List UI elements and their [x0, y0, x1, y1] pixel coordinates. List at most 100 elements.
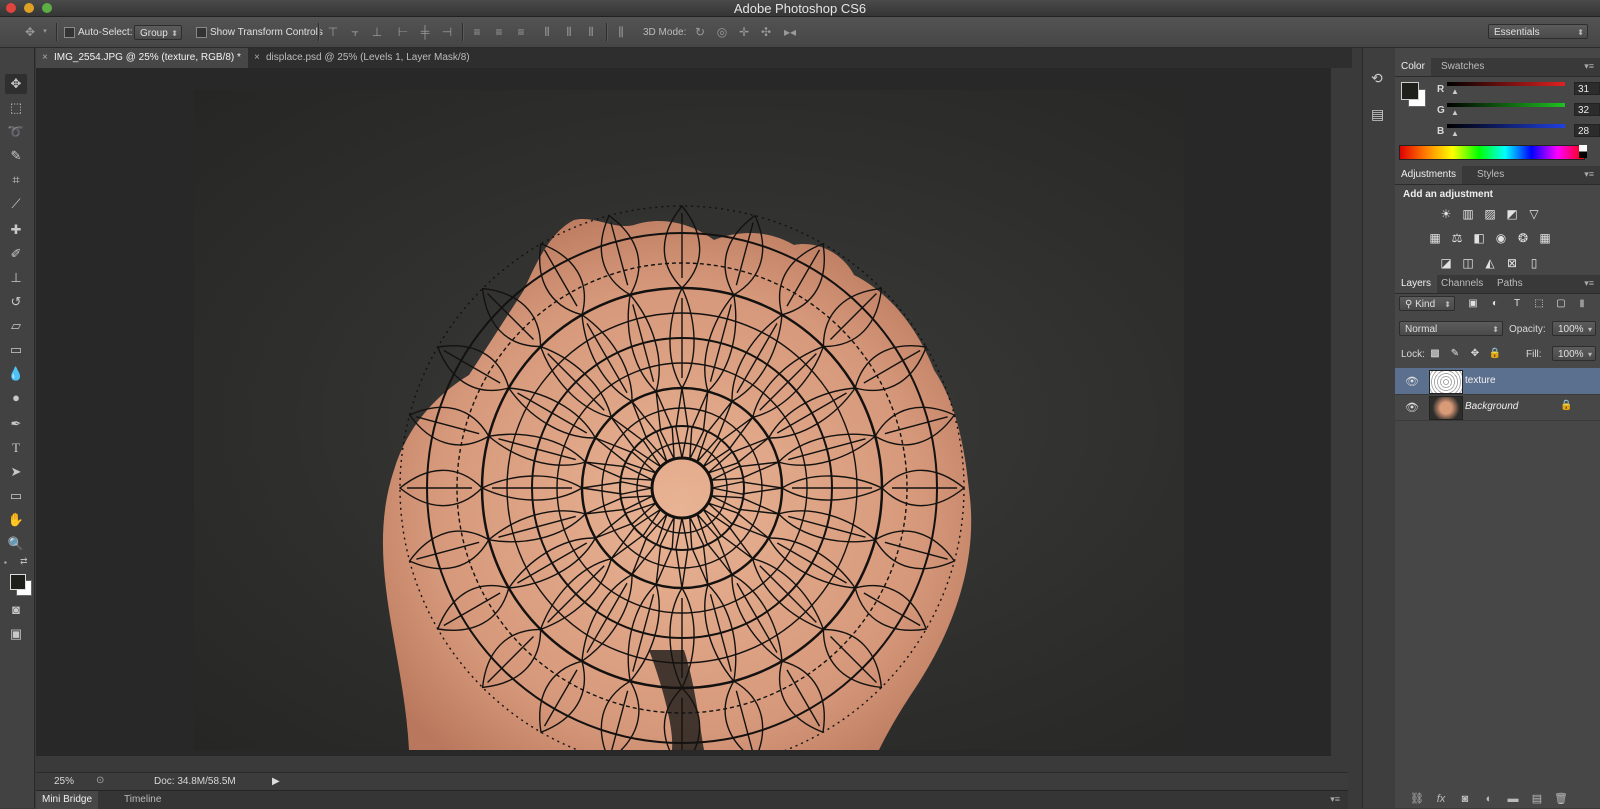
document-image[interactable] — [194, 90, 1184, 750]
align-top-icon[interactable]: ⊤ — [326, 24, 340, 40]
adjustment-layer-filter-icon[interactable]: ◐ — [1487, 297, 1503, 311]
distribute-right-icon[interactable]: ⫴ — [584, 24, 598, 40]
color-spectrum-ramp[interactable] — [1399, 145, 1585, 160]
photo-filter-icon[interactable]: ◉ — [1493, 231, 1509, 245]
3d-drag-icon[interactable]: ✛ — [737, 24, 751, 40]
black-white-ramp[interactable] — [1579, 145, 1587, 158]
pixel-layer-filter-icon[interactable]: ▣ — [1465, 297, 1481, 311]
tab-mini-bridge[interactable]: Mini Bridge — [36, 791, 99, 809]
zoom-level[interactable]: 25% — [54, 776, 74, 787]
levels-icon[interactable]: ▥ — [1460, 207, 1476, 221]
move-tool-icon[interactable]: ✥ — [5, 74, 27, 94]
lasso-tool-icon[interactable]: ➰ — [5, 122, 27, 142]
link-layers-icon[interactable]: ⛓ — [1410, 793, 1424, 805]
foreground-color-swatch[interactable] — [1401, 82, 1419, 100]
blend-mode-dropdown[interactable]: Normal ⬍ — [1399, 321, 1503, 336]
black-white-icon[interactable]: ◧ — [1471, 231, 1487, 245]
channel-r-value[interactable]: 31 — [1574, 82, 1600, 95]
distribute-vcenter-icon[interactable]: ≡ — [492, 24, 506, 40]
hand-tool-icon[interactable]: ✋ — [5, 510, 27, 530]
smart-object-filter-icon[interactable]: ▢ — [1553, 297, 1569, 311]
layer-filter-kind[interactable]: ⚲ Kind ⬍ — [1399, 296, 1455, 311]
channel-r-slider[interactable] — [1447, 82, 1565, 86]
blur-tool-icon[interactable]: 💧 — [5, 364, 27, 384]
hue-saturation-icon[interactable]: ▦ — [1427, 231, 1443, 245]
layer-name[interactable]: Background — [1465, 401, 1518, 412]
brightness-contrast-icon[interactable]: ☀ — [1438, 207, 1454, 221]
tab-timeline[interactable]: Timeline — [118, 791, 167, 809]
lock-all-icon[interactable]: 🔒 — [1487, 347, 1503, 361]
zoom-tool-icon[interactable]: 🔍 — [5, 534, 27, 554]
type-layer-filter-icon[interactable]: T — [1509, 297, 1525, 311]
quick-mask-icon[interactable]: ◙ — [5, 600, 27, 620]
selective-color-icon[interactable]: ⊠ — [1504, 256, 1520, 270]
show-transform-controls-checkbox[interactable] — [196, 27, 207, 38]
panel-menu-icon[interactable]: ▾≡ — [1584, 61, 1594, 72]
channel-g-value[interactable]: 32 — [1574, 103, 1600, 116]
gradient-tool-icon[interactable]: ▭ — [5, 340, 27, 360]
visibility-eye-icon[interactable]: 👁 — [1405, 401, 1419, 414]
healing-brush-tool-icon[interactable]: ✚ — [5, 220, 27, 240]
status-info-icon[interactable]: ⊙ — [96, 775, 104, 786]
tab-paths[interactable]: Paths — [1491, 275, 1529, 293]
eyedropper-tool-icon[interactable]: ⟋ — [5, 194, 27, 214]
foreground-color-swatch[interactable] — [10, 574, 26, 590]
marquee-tool-icon[interactable]: ⬚ — [5, 98, 27, 118]
gradient-map-icon[interactable]: ▯ — [1526, 256, 1542, 270]
type-tool-icon[interactable]: T — [5, 438, 27, 458]
layer-row-texture[interactable]: 👁 texture — [1395, 368, 1600, 395]
opacity-field[interactable]: 100% ▾ — [1552, 321, 1596, 336]
close-tab-icon[interactable]: × — [42, 48, 48, 68]
channel-mixer-icon[interactable]: ❂ — [1515, 231, 1531, 245]
tab-adjustments[interactable]: Adjustments — [1395, 166, 1463, 184]
brush-tool-icon[interactable]: ✐ — [5, 244, 27, 264]
layer-name[interactable]: texture — [1465, 375, 1496, 386]
swap-colors-icon[interactable]: ⇄ — [20, 556, 28, 567]
align-vertical-center-icon[interactable]: ⫟ — [348, 24, 362, 40]
threshold-icon[interactable]: ◭ — [1482, 256, 1498, 270]
crop-tool-icon[interactable]: ⌗ — [5, 170, 27, 190]
fill-field[interactable]: 100% ▾ — [1552, 346, 1596, 361]
shape-layer-filter-icon[interactable]: ⬚ — [1531, 297, 1547, 311]
default-colors-icon[interactable]: ▪ — [4, 558, 7, 567]
channel-b-slider[interactable] — [1447, 124, 1565, 128]
align-bottom-icon[interactable]: ⊥ — [370, 24, 384, 40]
distribute-left-icon[interactable]: ⫴ — [540, 24, 554, 40]
new-group-icon[interactable]: ▬ — [1506, 793, 1520, 805]
delete-layer-icon[interactable]: 🗑 — [1554, 793, 1568, 805]
3d-roll-icon[interactable]: ◎ — [715, 24, 729, 40]
panel-menu-icon[interactable]: ▾≡ — [1584, 169, 1594, 180]
vibrance-icon[interactable]: ▽ — [1526, 207, 1542, 221]
distribute-bottom-icon[interactable]: ≡ — [514, 24, 528, 40]
clone-stamp-tool-icon[interactable]: ⊥ — [5, 268, 27, 288]
layer-row-background[interactable]: 👁 Background 🔒 — [1395, 394, 1600, 421]
document-tab[interactable]: × IMG_2554.JPG @ 25% (texture, RGB/8) * — [36, 48, 248, 68]
3d-rotate-icon[interactable]: ↻ — [693, 24, 707, 40]
filter-toggle-icon[interactable]: ▮ — [1574, 297, 1590, 311]
invert-icon[interactable]: ◪ — [1438, 256, 1454, 270]
align-left-icon[interactable]: ⊢ — [396, 24, 410, 40]
new-layer-icon[interactable]: ▤ — [1530, 793, 1544, 805]
distribute-hcenter-icon[interactable]: ⫴ — [562, 24, 576, 40]
add-mask-icon[interactable]: ◙ — [1458, 793, 1472, 805]
close-tab-icon[interactable]: × — [254, 48, 260, 68]
3d-slide-icon[interactable]: ✣ — [759, 24, 773, 40]
tab-layers[interactable]: Layers — [1395, 275, 1438, 293]
color-balance-icon[interactable]: ⚖ — [1449, 231, 1465, 245]
history-brush-tool-icon[interactable]: ↺ — [5, 292, 27, 312]
tab-swatches[interactable]: Swatches — [1435, 58, 1490, 76]
history-panel-icon[interactable]: ⟲ — [1371, 70, 1383, 87]
new-adjustment-icon[interactable]: ◐ — [1482, 793, 1496, 805]
move-tool-preset-icon[interactable]: ✥ — [20, 24, 40, 40]
visibility-eye-icon[interactable]: 👁 — [1405, 375, 1419, 388]
auto-align-layers-icon[interactable]: ⫼ — [614, 24, 628, 40]
workspace-switcher[interactable]: Essentials ⬍ — [1488, 24, 1588, 39]
quick-selection-tool-icon[interactable]: ✎ — [5, 146, 27, 166]
slider-thumb-icon[interactable]: ▲ — [1451, 129, 1459, 138]
slider-thumb-icon[interactable]: ▲ — [1451, 108, 1459, 117]
exposure-icon[interactable]: ◩ — [1504, 207, 1520, 221]
path-selection-tool-icon[interactable]: ➤ — [5, 462, 27, 482]
lock-image-icon[interactable]: ✎ — [1447, 347, 1463, 361]
lock-transparent-icon[interactable]: ▩ — [1427, 347, 1443, 361]
document-tab[interactable]: × displace.psd @ 25% (Levels 1, Layer Ma… — [248, 48, 488, 68]
